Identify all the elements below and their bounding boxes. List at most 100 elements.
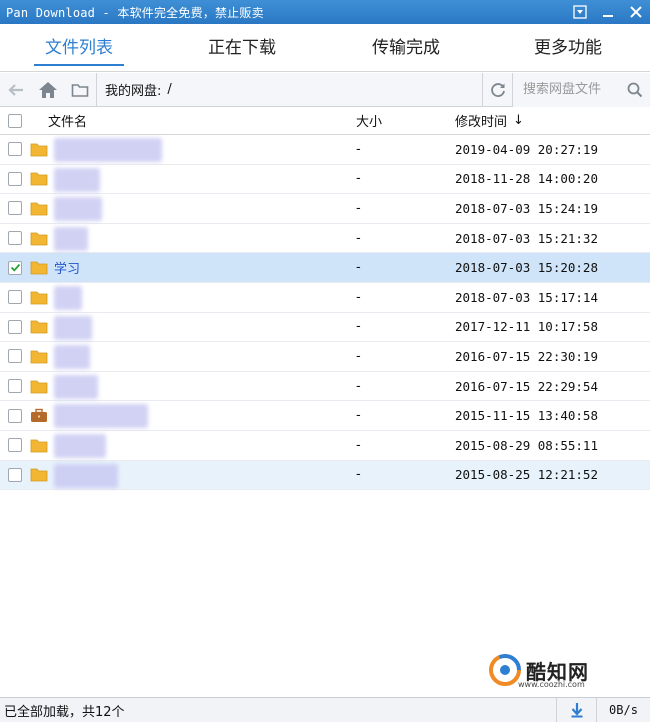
close-button[interactable]: [622, 0, 650, 24]
minimize-button[interactable]: [594, 0, 622, 24]
redacted-blur: [54, 226, 88, 251]
table-row[interactable]: - 2016-07-15 22:29:54: [0, 372, 650, 402]
search-icon[interactable]: [627, 82, 643, 98]
select-all-checkbox[interactable]: [8, 113, 22, 128]
redacted-blur: [54, 167, 100, 192]
file-name[interactable]: [54, 135, 356, 164]
file-modified: 2017-12-11 10:17:58: [455, 319, 598, 335]
close-icon: [630, 6, 642, 18]
row-checkbox[interactable]: [8, 467, 22, 482]
path-value[interactable]: /: [167, 82, 171, 97]
row-checkbox[interactable]: [8, 408, 22, 423]
home-button[interactable]: [32, 73, 64, 107]
folder-icon: [30, 290, 54, 305]
column-header-modified[interactable]: 修改时间 ↓: [455, 111, 650, 130]
dropdown-box-icon: [573, 5, 587, 19]
row-checkbox[interactable]: [8, 142, 22, 157]
row-checkbox[interactable]: [8, 171, 22, 186]
table-row[interactable]: - 2017-12-11 10:17:58: [0, 313, 650, 343]
status-bar: 已全部加载，共12个 0B/s: [0, 697, 650, 722]
file-name[interactable]: [54, 372, 356, 401]
download-arrow-icon: [571, 703, 582, 718]
row-checkbox-cell: [0, 171, 30, 186]
file-name[interactable]: [54, 461, 356, 490]
file-name[interactable]: [54, 283, 356, 312]
table-row[interactable]: - 2018-07-03 15:21:32: [0, 224, 650, 254]
row-checkbox[interactable]: [8, 231, 22, 246]
row-checkbox-checked[interactable]: [8, 260, 22, 275]
file-modified: 2018-07-03 15:17:14: [455, 289, 598, 305]
folder-icon: [30, 319, 54, 334]
file-size: -: [356, 437, 361, 453]
row-checkbox-cell: [0, 142, 30, 157]
folder-icon: [30, 467, 54, 482]
redacted-blur: [54, 433, 106, 458]
back-button[interactable]: [0, 73, 32, 107]
path-label: 我的网盘:: [105, 84, 162, 99]
table-row[interactable]: - 2015-11-15 13:40:58: [0, 401, 650, 431]
column-header-modified-label: 修改时间: [455, 115, 508, 130]
file-size: -: [356, 171, 361, 187]
search-input[interactable]: [523, 82, 627, 97]
tab-file-list[interactable]: 文件列表: [34, 34, 124, 68]
file-name[interactable]: [54, 165, 356, 194]
file-size: -: [356, 408, 361, 424]
file-modified: 2016-07-15 22:29:54: [455, 378, 598, 394]
folder-icon: [30, 438, 54, 453]
menu-dropdown-button[interactable]: [566, 0, 594, 24]
refresh-icon: [490, 82, 505, 97]
tab-bar: 文件列表 正在下载 传输完成 更多功能: [0, 24, 650, 72]
row-checkbox-cell: [0, 319, 30, 334]
file-name[interactable]: [54, 313, 356, 342]
file-modified: 2018-07-03 15:21:32: [455, 230, 598, 246]
table-row[interactable]: - 2019-04-09 20:27:19: [0, 135, 650, 165]
file-name[interactable]: [54, 431, 356, 460]
folder-up-button[interactable]: [64, 73, 96, 107]
row-checkbox[interactable]: [8, 438, 22, 453]
file-modified: 2015-08-29 08:55:11: [455, 437, 598, 453]
table-row[interactable]: - 2018-07-03 15:24:19: [0, 194, 650, 224]
folder-icon: [30, 171, 54, 186]
file-size: -: [356, 378, 361, 394]
row-checkbox[interactable]: [8, 349, 22, 364]
sort-desc-icon: ↓: [513, 113, 524, 128]
file-modified: 2018-07-03 15:20:28: [455, 260, 598, 276]
table-row[interactable]: - 2016-07-15 22:30:19: [0, 342, 650, 372]
file-size: -: [356, 289, 361, 305]
folder-icon: [30, 201, 54, 216]
column-header-name[interactable]: 文件名: [30, 111, 356, 130]
file-name[interactable]: [54, 224, 356, 253]
table-row[interactable]: - 2018-07-03 15:17:14: [0, 283, 650, 313]
file-size: -: [356, 319, 361, 335]
tab-completed[interactable]: 传输完成: [366, 34, 446, 68]
file-name[interactable]: 学习: [54, 253, 356, 282]
refresh-button[interactable]: [482, 72, 512, 107]
table-row[interactable]: - 2015-08-29 08:55:11: [0, 431, 650, 461]
row-checkbox-cell: [0, 467, 30, 482]
file-modified: 2015-11-15 13:40:58: [455, 408, 598, 424]
redacted-blur: [54, 374, 98, 399]
briefcase-icon: [30, 408, 54, 423]
folder-outline-icon: [71, 83, 89, 97]
row-checkbox[interactable]: [8, 201, 22, 216]
column-header-size[interactable]: 大小: [356, 111, 455, 130]
select-all-cell: [0, 113, 30, 128]
row-checkbox[interactable]: [8, 379, 22, 394]
table-row-selected[interactable]: 学习 - 2018-07-03 15:20:28: [0, 253, 650, 283]
folder-icon: [30, 260, 54, 275]
tab-more-features[interactable]: 更多功能: [528, 34, 608, 68]
table-row-hover[interactable]: - 2015-08-25 12:21:52: [0, 460, 650, 491]
watermark-url: www.coozhi.com: [518, 680, 585, 689]
row-checkbox[interactable]: [8, 319, 22, 334]
check-icon: [10, 264, 20, 272]
table-row[interactable]: - 2018-11-28 14:00:20: [0, 165, 650, 195]
tab-downloading[interactable]: 正在下载: [202, 34, 282, 68]
file-name[interactable]: [54, 342, 356, 371]
file-name[interactable]: [54, 401, 356, 430]
file-modified: 2018-07-03 15:24:19: [455, 200, 598, 216]
file-name[interactable]: [54, 194, 356, 223]
row-checkbox[interactable]: [8, 290, 22, 305]
download-button[interactable]: [556, 697, 596, 722]
folder-icon: [30, 231, 54, 246]
file-size: -: [356, 230, 361, 246]
